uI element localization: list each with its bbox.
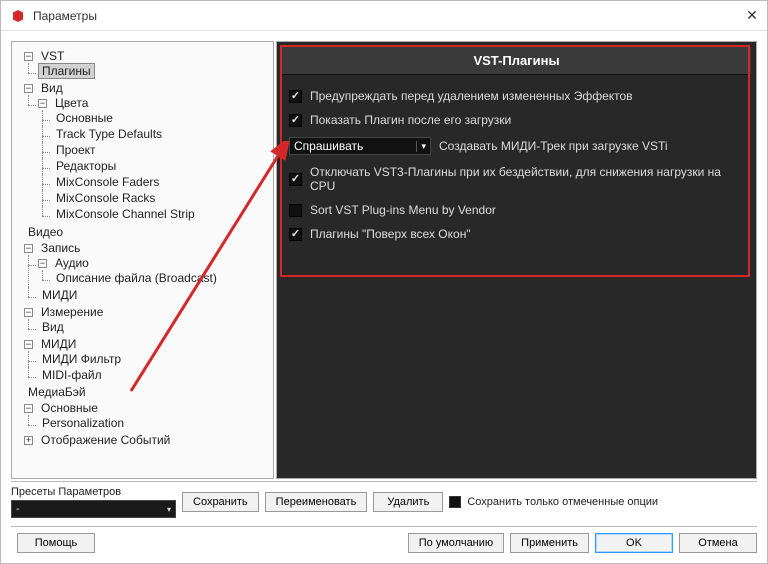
collapse-icon[interactable]: − <box>24 52 33 61</box>
presets-dropdown[interactable]: -▾ <box>11 500 176 518</box>
collapse-icon[interactable]: − <box>24 244 33 253</box>
tree-midi-filter[interactable]: МИДИ Фильтр <box>38 351 125 367</box>
collapse-icon[interactable]: − <box>24 308 33 317</box>
checkbox-always-on-top[interactable] <box>289 228 302 241</box>
tree-basic[interactable]: Основные <box>52 110 117 126</box>
collapse-icon[interactable]: − <box>24 340 33 349</box>
checkbox-save-only-marked[interactable] <box>449 496 461 508</box>
checkbox-sort-by-vendor[interactable] <box>289 204 302 217</box>
midi-track-mode-dropdown[interactable]: Спрашивать ▾ <box>289 137 431 155</box>
panel-title: VST-Плагины <box>282 47 751 75</box>
collapse-icon[interactable]: − <box>24 84 33 93</box>
tree-record[interactable]: Запись <box>37 240 84 256</box>
delete-preset-button[interactable]: Удалить <box>373 492 443 512</box>
presets-bar: Пресеты Параметров -▾ Сохранить Переимен… <box>1 482 767 526</box>
tree-project[interactable]: Проект <box>52 142 100 158</box>
option-label: Sort VST Plug-ins Menu by Vendor <box>310 203 496 217</box>
category-tree[interactable]: −VST Плагины −Вид −Цвета Основные Track … <box>11 41 274 479</box>
tree-editors[interactable]: Редакторы <box>52 158 120 174</box>
button-bar: Помощь По умолчанию Применить OK Отмена <box>1 527 767 563</box>
presets-value: - <box>16 503 20 515</box>
rename-preset-button[interactable]: Переименовать <box>265 492 368 512</box>
checkbox-suspend-vst3[interactable] <box>289 173 302 186</box>
titlebar: Параметры ✕ <box>1 1 767 31</box>
tree-view2[interactable]: Вид <box>38 319 68 335</box>
ok-button[interactable]: OK <box>595 533 673 553</box>
tree-audio[interactable]: Аудио <box>51 255 93 271</box>
help-button[interactable]: Помощь <box>17 533 95 553</box>
settings-panel: VST-Плагины Предупреждать перед удаление… <box>276 41 757 479</box>
preferences-window: Параметры ✕ −VST Плагины −Вид −Цвета <box>0 0 768 564</box>
checkbox-show-after-load[interactable] <box>289 114 302 127</box>
apply-button[interactable]: Применить <box>510 533 589 553</box>
tree-mixconsole-channel-strip[interactable]: MixConsole Channel Strip <box>52 206 199 222</box>
checkbox-warn-before-remove[interactable] <box>289 90 302 103</box>
tree-midi2[interactable]: МИДИ <box>37 336 80 352</box>
tree-event-display[interactable]: Отображение Событий <box>37 432 174 448</box>
collapse-icon[interactable]: − <box>38 259 47 268</box>
tree-view[interactable]: Вид <box>37 80 67 96</box>
tree-track-type-defaults[interactable]: Track Type Defaults <box>52 126 166 142</box>
tree-mixconsole-racks[interactable]: MixConsole Racks <box>52 190 159 206</box>
close-button[interactable]: ✕ <box>737 1 767 31</box>
save-only-marked-label: Сохранить только отмеченные опции <box>467 496 658 508</box>
tree-personalization[interactable]: Personalization <box>38 415 128 431</box>
presets-label: Пресеты Параметров <box>11 486 176 498</box>
tree-mediabay[interactable]: МедиаБэй <box>24 384 90 400</box>
tree-vst[interactable]: VST <box>37 48 68 64</box>
collapse-icon[interactable]: − <box>38 99 47 108</box>
collapse-icon[interactable]: − <box>24 404 33 413</box>
app-icon <box>11 9 25 23</box>
save-preset-button[interactable]: Сохранить <box>182 492 259 512</box>
option-label: Предупреждать перед удалением измененных… <box>310 89 633 103</box>
tree-mixconsole-faders[interactable]: MixConsole Faders <box>52 174 163 190</box>
tree-basic2[interactable]: Основные <box>37 400 102 416</box>
option-label: Показать Плагин после его загрузки <box>310 113 511 127</box>
defaults-button[interactable]: По умолчанию <box>408 533 504 553</box>
window-title: Параметры <box>33 9 737 23</box>
option-label: Плагины "Поверх всех Окон" <box>310 227 471 241</box>
tree-broadcast[interactable]: Описание файла (Broadcast) <box>52 270 221 286</box>
option-label: Отключать VST3-Плагины при их бездействи… <box>310 165 744 193</box>
chevron-down-icon: ▾ <box>167 505 171 514</box>
tree-video[interactable]: Видео <box>24 224 67 240</box>
tree-midi[interactable]: МИДИ <box>38 287 81 303</box>
tree-colors[interactable]: Цвета <box>51 95 92 111</box>
dropdown-value: Спрашивать <box>294 139 363 153</box>
tree-plugins[interactable]: Плагины <box>38 63 95 79</box>
tree-measurement[interactable]: Измерение <box>37 304 107 320</box>
cancel-button[interactable]: Отмена <box>679 533 757 553</box>
chevron-down-icon: ▾ <box>416 141 426 152</box>
option-label: Создавать МИДИ-Трек при загрузке VSTi <box>439 139 668 153</box>
tree-midi-file[interactable]: MIDI-файл <box>38 367 106 383</box>
expand-icon[interactable]: + <box>24 436 33 445</box>
